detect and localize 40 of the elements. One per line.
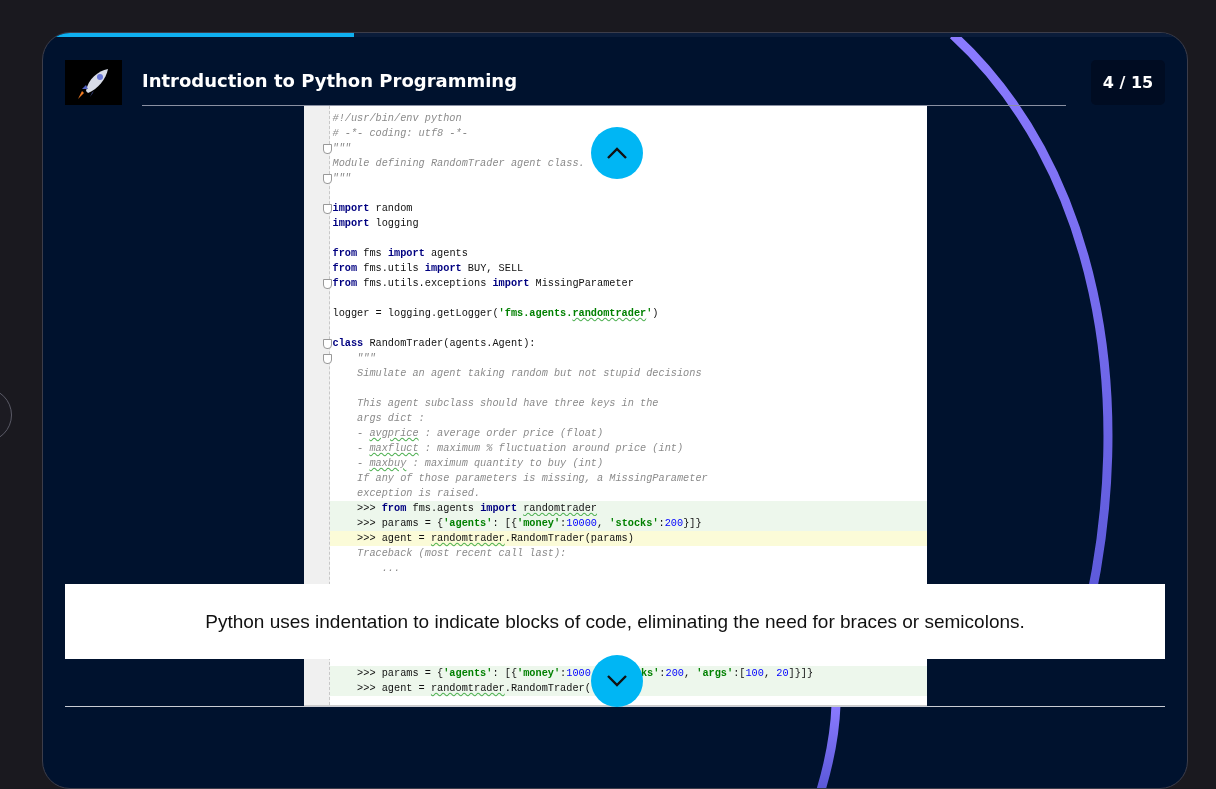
code-line: """ [356,352,376,364]
code-line: - maxfluct : maximum % fluctuation around price (int) [356,442,684,454]
code-line: Module defining RandomTrader agent class. [332,157,585,169]
caption-text: Python uses indentation to indicate blocks of code, eliminating the need for braces or semicolons. [65,584,1165,659]
code-line: Simulate an agent taking random but not stupid decisions [356,367,702,379]
fold-marker-icon[interactable] [322,354,332,364]
code-line: class RandomTrader(agents.Agent): [332,337,536,349]
code-line: >>> from fms.agents import randomtrader [356,502,597,514]
code-line: This agent subclass should have three keys in the [356,397,659,409]
code-line: >>> params = {'agents': [{'money':10000, 'stocks':200}]} [356,517,702,529]
code-line: """ [332,142,351,154]
code-line: """ [332,172,351,184]
chevron-up-icon [606,146,628,160]
code-line: Traceback (most recent call last): [356,547,567,559]
slide-counter: 4 / 15 [1091,60,1165,105]
code-line: ... [380,562,401,574]
fold-marker-icon[interactable] [322,339,332,349]
code-line: >>> agent = randomtrader.RandomTrader( [356,682,591,694]
code-line: from fms import agents [332,247,468,259]
fold-marker-icon[interactable] [322,174,332,184]
code-line: from fms.utils.exceptions import MissingParameter [332,277,634,289]
code-line: #!/usr/bin/env python [332,112,462,124]
slide-title: Introduction to Python Programming [142,70,518,91]
code-line: logger = logging.getLogger('fms.agents.randomtrader') [332,307,659,319]
code-line: args dict : [356,412,425,424]
code-line: # -*- coding: utf8 -*- [332,127,468,139]
fold-marker-icon[interactable] [322,279,332,289]
code-line: - maxbuy : maximum quantity to buy (int) [356,457,604,469]
code-line: - avgprice : average order price (float) [356,427,604,439]
code-line: import random [332,202,413,214]
code-line: >>> agent = randomtrader.RandomTrader(params) [356,532,634,544]
code-line: If any of those parameters is missing, a MissingParameter [356,472,708,484]
rocket-icon [65,60,122,105]
chevron-down-icon [606,674,628,688]
code-line: exception is raised. [356,487,481,499]
code-line: from fms.utils import BUY, SELL [332,262,524,274]
code-line: import logging [332,217,419,229]
code-line: >>> params = {'agents': [{'money':1000 ks':200, 'args':[100, 20]}]} [356,667,814,679]
fold-marker-icon[interactable] [322,144,332,154]
fold-marker-icon[interactable] [322,204,332,214]
